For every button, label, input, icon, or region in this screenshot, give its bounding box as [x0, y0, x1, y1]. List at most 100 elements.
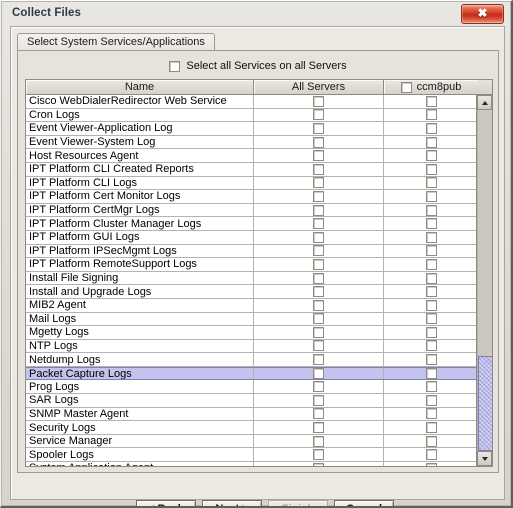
- table-row[interactable]: IPT Platform CertMgr Logs: [26, 203, 478, 218]
- cell-ccm8pub[interactable]: [384, 272, 478, 285]
- cell-ccm8pub[interactable]: [384, 408, 478, 421]
- cell-all-servers[interactable]: [254, 434, 384, 448]
- cell-all-servers[interactable]: [254, 122, 384, 135]
- cell-ccm8pub[interactable]: [384, 285, 478, 298]
- cancel-button[interactable]: Cancel: [334, 499, 394, 506]
- vertical-scrollbar[interactable]: [476, 95, 492, 466]
- table-row[interactable]: Install and Upgrade Logs: [26, 285, 478, 299]
- ccm8pub-checkbox[interactable]: [425, 190, 437, 202]
- ccm8pub-checkbox[interactable]: [425, 218, 437, 230]
- select-all-services-checkbox[interactable]: [169, 60, 181, 72]
- cell-ccm8pub[interactable]: [384, 136, 478, 149]
- all-servers-checkbox[interactable]: [313, 394, 324, 406]
- all-servers-checkbox[interactable]: [313, 95, 324, 107]
- ccm8pub-checkbox[interactable]: [425, 462, 437, 466]
- select-all-services-row[interactable]: Select all Services on all Servers: [18, 57, 498, 75]
- cell-all-servers[interactable]: [254, 448, 384, 462]
- table-row[interactable]: IPT Platform GUI Logs: [26, 230, 478, 245]
- cell-ccm8pub[interactable]: [384, 231, 478, 244]
- ccm8pub-checkbox[interactable]: [425, 109, 437, 121]
- cell-ccm8pub[interactable]: [384, 435, 478, 448]
- ccm8pub-checkbox[interactable]: [425, 449, 437, 461]
- cell-ccm8pub[interactable]: [384, 340, 478, 353]
- all-servers-checkbox[interactable]: [313, 368, 324, 380]
- cell-ccm8pub[interactable]: [384, 190, 478, 203]
- cell-ccm8pub[interactable]: [384, 394, 478, 407]
- cell-ccm8pub[interactable]: [384, 177, 478, 190]
- cell-all-servers[interactable]: [254, 244, 384, 258]
- column-header-name[interactable]: Name: [26, 80, 254, 94]
- cell-all-servers[interactable]: [254, 271, 384, 285]
- cell-ccm8pub[interactable]: [384, 204, 478, 217]
- cell-all-servers[interactable]: [254, 353, 384, 366]
- ccm8pub-checkbox[interactable]: [425, 368, 437, 380]
- table-row[interactable]: Packet Capture Logs: [26, 366, 478, 381]
- scroll-up-button[interactable]: [477, 95, 492, 110]
- cell-all-servers[interactable]: [254, 407, 384, 421]
- all-servers-checkbox[interactable]: [313, 354, 324, 366]
- ccm8pub-checkbox[interactable]: [425, 354, 437, 366]
- tab-select-system-services-applications[interactable]: Select System Services/Applications: [17, 33, 215, 51]
- cell-all-servers[interactable]: [254, 421, 384, 434]
- all-servers-checkbox[interactable]: [313, 462, 324, 466]
- table-row[interactable]: IPT Platform CLI Logs: [26, 176, 478, 191]
- all-servers-checkbox[interactable]: [313, 422, 324, 434]
- cell-ccm8pub[interactable]: [384, 163, 478, 176]
- cell-ccm8pub[interactable]: [384, 448, 478, 461]
- cell-all-servers[interactable]: [254, 95, 384, 108]
- cell-all-servers[interactable]: [254, 203, 384, 217]
- all-servers-checkbox[interactable]: [313, 231, 324, 243]
- cell-ccm8pub[interactable]: [384, 380, 478, 393]
- table-row[interactable]: Host Resources Agent: [26, 149, 478, 163]
- cell-all-servers[interactable]: [254, 190, 384, 203]
- table-row[interactable]: MIB2 Agent: [26, 298, 478, 313]
- ccm8pub-checkbox[interactable]: [425, 245, 437, 257]
- all-servers-checkbox[interactable]: [313, 272, 324, 284]
- cell-all-servers[interactable]: [254, 162, 384, 176]
- ccm8pub-checkbox[interactable]: [425, 122, 437, 134]
- table-row[interactable]: SNMP Master Agent: [26, 407, 478, 422]
- cell-all-servers[interactable]: [254, 217, 384, 230]
- table-row[interactable]: IPT Platform Cert Monitor Logs: [26, 190, 478, 204]
- all-servers-checkbox[interactable]: [313, 163, 324, 175]
- table-row[interactable]: Cron Logs: [26, 108, 478, 123]
- table-row[interactable]: IPT Platform RemoteSupport Logs: [26, 258, 478, 272]
- ccm8pub-checkbox[interactable]: [425, 95, 437, 107]
- ccm8pub-checkbox[interactable]: [425, 313, 437, 325]
- ccm8pub-checkbox[interactable]: [425, 163, 437, 175]
- cell-all-servers[interactable]: [254, 176, 384, 190]
- table-rows-viewport[interactable]: Cisco WebDialerRedirector Web Service Cro…: [26, 95, 478, 466]
- ccm8pub-checkbox[interactable]: [425, 258, 437, 270]
- cell-all-servers[interactable]: [254, 394, 384, 407]
- all-servers-checkbox[interactable]: [313, 326, 324, 338]
- table-row[interactable]: NTP Logs: [26, 339, 478, 354]
- table-row[interactable]: IPT Platform CLI Created Reports: [26, 162, 478, 177]
- close-button[interactable]: ✖: [461, 4, 504, 24]
- all-servers-checkbox[interactable]: [313, 109, 324, 121]
- table-row[interactable]: Netdump Logs: [26, 353, 478, 367]
- cell-ccm8pub[interactable]: [384, 245, 478, 258]
- cell-all-servers[interactable]: [254, 230, 384, 244]
- ccm8pub-checkbox[interactable]: [425, 340, 437, 352]
- cell-all-servers[interactable]: [254, 326, 384, 339]
- table-row[interactable]: IPT Platform Cluster Manager Logs: [26, 217, 478, 231]
- cell-ccm8pub[interactable]: [384, 313, 478, 326]
- cell-all-servers[interactable]: [254, 298, 384, 312]
- table-row[interactable]: Mgetty Logs: [26, 326, 478, 340]
- cell-all-servers[interactable]: [254, 149, 384, 162]
- all-servers-checkbox[interactable]: [313, 190, 324, 202]
- cell-ccm8pub[interactable]: [384, 462, 478, 466]
- cell-all-servers[interactable]: [254, 135, 384, 149]
- cell-all-servers[interactable]: [254, 339, 384, 353]
- table-row[interactable]: Event Viewer-System Log: [26, 135, 478, 150]
- table-row[interactable]: System Application Agent: [26, 462, 478, 466]
- ccm8pub-checkbox[interactable]: [425, 422, 437, 434]
- all-servers-checkbox[interactable]: [313, 313, 324, 325]
- table-row[interactable]: Event Viewer-Application Log: [26, 122, 478, 136]
- column-header-checkbox-ccm8pub[interactable]: [400, 81, 412, 93]
- ccm8pub-checkbox[interactable]: [425, 408, 437, 420]
- scrollbar-thumb[interactable]: [478, 355, 492, 451]
- scrollbar-track[interactable]: [477, 110, 492, 451]
- cell-ccm8pub[interactable]: [384, 353, 478, 366]
- cell-ccm8pub[interactable]: [384, 122, 478, 135]
